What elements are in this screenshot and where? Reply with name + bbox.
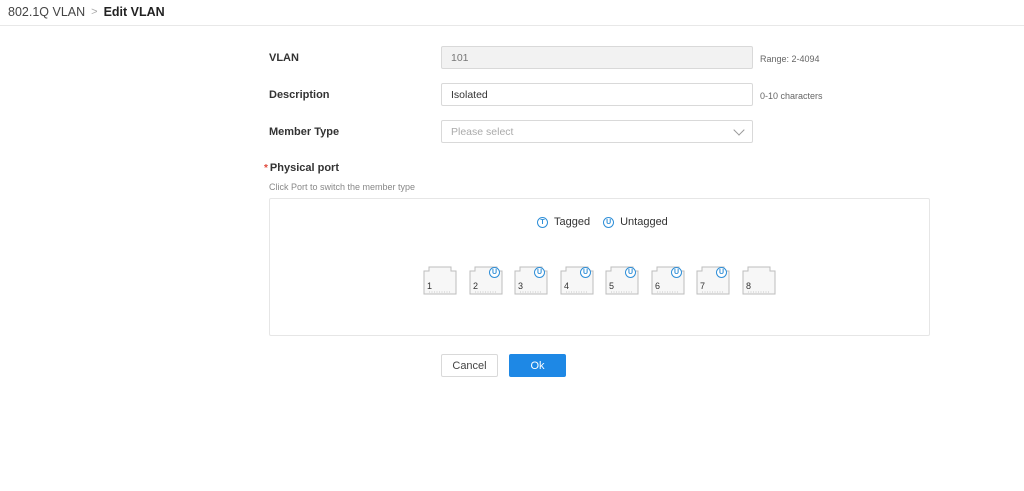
tagged-icon: T: [537, 216, 548, 228]
port-7[interactable]: 7U: [696, 265, 730, 295]
breadcrumb-separator-icon: >: [91, 6, 98, 18]
cancel-button[interactable]: Cancel: [441, 354, 498, 377]
port-number: 4: [564, 281, 570, 291]
port-2[interactable]: 2U: [469, 265, 503, 295]
chevron-down-icon: [733, 123, 745, 136]
physical-port-subtitle: Click Port to switch the member type: [269, 182, 416, 192]
vlan-field: 101: [441, 46, 753, 69]
port-3[interactable]: 3U: [514, 265, 548, 295]
member-type-label: Member Type: [269, 126, 340, 138]
description-value: Isolated: [451, 88, 488, 101]
port-8[interactable]: 8: [742, 265, 776, 295]
port-number: 5: [609, 281, 615, 291]
vlan-hint: Range: 2-4094: [760, 54, 820, 64]
breadcrumb: 802.1Q VLAN > Edit VLAN: [8, 5, 165, 19]
port-number: 7: [700, 281, 706, 291]
physical-port-label: * Physical port: [264, 162, 339, 174]
breadcrumb-current: Edit VLAN: [103, 5, 165, 19]
breadcrumb-parent[interactable]: 802.1Q VLAN: [8, 5, 85, 19]
required-mark: *: [264, 163, 268, 174]
untagged-badge-icon: U: [716, 267, 727, 278]
vlan-value: 101: [451, 51, 469, 64]
port-number: 3: [518, 281, 524, 291]
port-1[interactable]: 1: [423, 265, 457, 295]
port-6[interactable]: 6U: [651, 265, 685, 295]
port-number: 8: [746, 281, 752, 291]
top-bar: 802.1Q VLAN > Edit VLAN: [0, 0, 1024, 26]
member-type-select[interactable]: Please select: [441, 120, 753, 143]
untagged-badge-icon: U: [489, 267, 500, 278]
legend-tagged: T Tagged: [537, 216, 590, 228]
port-4[interactable]: 4U: [560, 265, 594, 295]
port-number: 2: [473, 281, 479, 291]
description-label: Description: [269, 89, 330, 101]
untagged-badge-icon: U: [625, 267, 636, 278]
description-field[interactable]: Isolated: [441, 83, 753, 106]
description-hint: 0-10 characters: [760, 91, 823, 101]
legend-untagged: U Untagged: [603, 216, 668, 228]
untagged-badge-icon: U: [534, 267, 545, 278]
physical-port-label-text: Physical port: [269, 162, 339, 174]
legend-tagged-label: Tagged: [554, 216, 591, 228]
member-type-placeholder: Please select: [451, 125, 514, 138]
port-number: 6: [655, 281, 661, 291]
untagged-badge-icon: U: [580, 267, 591, 278]
port-number: 1: [427, 281, 433, 291]
ok-button[interactable]: Ok: [509, 354, 566, 377]
untagged-icon: U: [603, 216, 615, 228]
port-5[interactable]: 5U: [605, 265, 639, 295]
vlan-label: VLAN: [269, 52, 299, 64]
untagged-badge-icon: U: [671, 267, 682, 278]
legend-untagged-label: Untagged: [620, 216, 668, 228]
port-legend: T Tagged U Untagged: [537, 216, 681, 228]
